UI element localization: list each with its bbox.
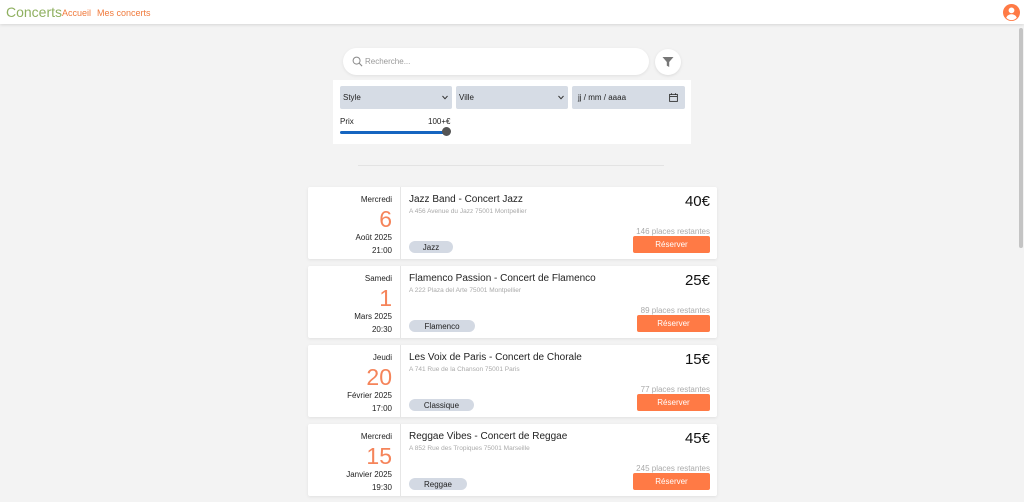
search-icon: [352, 56, 363, 67]
concert-date: Jeudi 20 Février 2025 17:00: [308, 345, 401, 417]
page-scrollbar[interactable]: [1019, 28, 1023, 248]
concert-title: Flamenco Passion - Concert de Flamenco: [409, 273, 596, 284]
concert-places-remaining: 245 places restantes: [636, 464, 710, 473]
style-select-value: Style: [343, 93, 361, 102]
concert-price: 15€: [684, 351, 710, 368]
concert-time: 20:30: [371, 325, 392, 334]
reserve-button[interactable]: Réserver: [637, 315, 710, 332]
concert-card: Mercredi 15 Janvier 2025 19:30 Reggae Vi…: [308, 424, 717, 496]
concert-weekday: Mercredi: [360, 195, 392, 204]
concert-month-year: Mars 2025: [354, 312, 392, 321]
concert-address: A 456 Avenue du Jazz 75001 Montpellier: [409, 208, 527, 215]
chevron-down-icon: [558, 95, 564, 100]
date-input-placeholder: jj / mm / aaaa: [578, 93, 627, 102]
filter-funnel-icon: [662, 57, 674, 67]
concert-title: Les Voix de Paris - Concert de Chorale: [409, 352, 582, 363]
search-input[interactable]: Recherche...: [365, 57, 410, 66]
search-bar[interactable]: Recherche...: [343, 48, 649, 75]
concert-month-year: Février 2025: [347, 391, 392, 400]
concert-places-remaining: 89 places restantes: [640, 306, 710, 315]
concert-price: 40€: [684, 193, 710, 210]
concert-day-number: 1: [379, 285, 392, 311]
price-slider-thumb[interactable]: [442, 127, 451, 136]
concert-time: 17:00: [371, 404, 392, 413]
reserve-button[interactable]: Réserver: [633, 473, 710, 490]
concert-day-number: 6: [379, 206, 392, 232]
price-value: 100+€: [428, 117, 451, 126]
concert-day-number: 20: [366, 364, 392, 390]
user-circle-icon[interactable]: [1003, 4, 1020, 21]
concert-date: Mercredi 15 Janvier 2025 19:30: [308, 424, 401, 496]
chevron-down-icon: [442, 95, 448, 100]
concert-places-remaining: 146 places restantes: [636, 227, 710, 236]
price-slider-track[interactable]: [340, 131, 447, 134]
concert-title: Reggae Vibes - Concert de Reggae: [409, 431, 568, 442]
concert-card: Jeudi 20 Février 2025 17:00 Les Voix de …: [308, 345, 717, 417]
calendar-icon[interactable]: [669, 93, 678, 102]
nav-link-accueil[interactable]: Accueil: [62, 8, 91, 18]
concert-weekday: Mercredi: [360, 432, 392, 441]
style-tag: Flamenco: [409, 320, 475, 332]
concert-card: Samedi 1 Mars 2025 20:30 Flamenco Passio…: [308, 266, 717, 338]
concert-time: 21:00: [371, 246, 392, 255]
concert-weekday: Samedi: [364, 274, 392, 283]
divider: [358, 165, 664, 166]
concert-title: Jazz Band - Concert Jazz: [409, 194, 523, 205]
reserve-button[interactable]: Réserver: [633, 236, 710, 253]
concert-time: 19:30: [371, 483, 392, 492]
concert-places-remaining: 77 places restantes: [640, 385, 710, 394]
style-tag: Reggae: [409, 478, 467, 490]
concert-date: Mercredi 6 Août 2025 21:00: [308, 187, 401, 259]
style-tag: Jazz: [409, 241, 453, 253]
concert-address: A 852 Rue des Tropiques 75001 Marseille: [409, 445, 530, 452]
concert-month-year: Janvier 2025: [346, 470, 392, 479]
brand-title[interactable]: Concerts: [6, 4, 62, 20]
concert-date: Samedi 1 Mars 2025 20:30: [308, 266, 401, 338]
concert-weekday: Jeudi: [372, 353, 392, 362]
concert-address: A 741 Rue de la Chanson 75001 Paris: [409, 366, 520, 373]
filter-button[interactable]: [655, 49, 681, 75]
filters-panel: Style Ville jj / mm / aaaa Prix 100+€: [333, 80, 691, 144]
concert-card: Mercredi 6 Août 2025 21:00 Jazz Band - C…: [308, 187, 717, 259]
nav-link-mes-concerts[interactable]: Mes concerts: [97, 8, 151, 18]
concert-price: 45€: [684, 430, 710, 447]
ville-select-value: Ville: [459, 93, 474, 102]
reserve-button[interactable]: Réserver: [637, 394, 710, 411]
date-input[interactable]: jj / mm / aaaa: [572, 86, 685, 109]
concert-price: 25€: [684, 272, 710, 289]
concert-month-year: Août 2025: [355, 233, 392, 242]
ville-select[interactable]: Ville: [456, 86, 568, 109]
style-select[interactable]: Style: [340, 86, 452, 109]
concert-day-number: 15: [366, 443, 392, 469]
price-label: Prix: [340, 117, 354, 126]
top-navbar: Concerts Accueil Mes concerts: [0, 0, 1024, 24]
style-tag: Classique: [409, 399, 474, 411]
concert-address: A 222 Plaza del Arte 75001 Montpellier: [409, 287, 522, 294]
